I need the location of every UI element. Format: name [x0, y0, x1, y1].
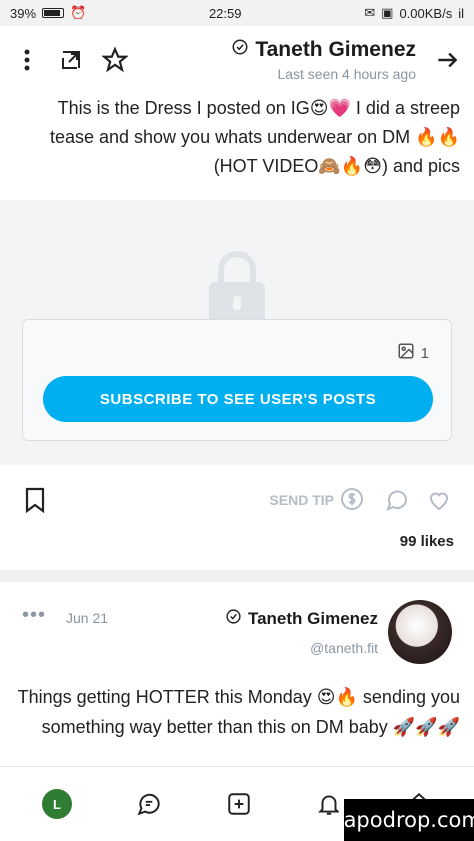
- mail-icon: ✉: [364, 5, 376, 20]
- share-icon[interactable]: [58, 47, 84, 73]
- media-count: 1: [397, 342, 429, 364]
- verified-icon: [225, 608, 242, 630]
- alarm-icon: ⏰: [70, 5, 87, 20]
- bookmark-icon[interactable]: [22, 487, 48, 513]
- user-avatar[interactable]: L: [42, 789, 72, 819]
- post-header: ••• Jun 21 Taneth Gimenez @taneth.fit: [0, 600, 474, 670]
- profile-name: Taneth Gimenez: [255, 38, 416, 61]
- battery-icon: [42, 8, 65, 18]
- verified-icon: [231, 38, 249, 62]
- subscribe-card: 1 SUBSCRIBE TO SEE USER'S POSTS: [22, 319, 452, 441]
- subscribe-button[interactable]: SUBSCRIBE TO SEE USER'S POSTS: [43, 376, 433, 422]
- profile-title: Taneth Gimenez: [231, 38, 416, 62]
- lock-icon: [209, 251, 265, 324]
- battery-percent: 39%: [10, 5, 37, 21]
- status-bar: 39% ⏰ 22:59 ✉ ▣ 0.00KB/s il: [0, 0, 474, 26]
- notif-icon: ▣: [381, 5, 394, 20]
- image-icon: [397, 342, 415, 364]
- more-horizontal-icon[interactable]: •••: [22, 604, 46, 627]
- locked-media: 1 SUBSCRIBE TO SEE USER'S POSTS: [0, 200, 474, 465]
- post-divider: [0, 570, 474, 582]
- post-text: Things getting HOTTER this Monday 😍🔥 sen…: [17, 687, 460, 737]
- post-text: This is the Dress I posted on IG😍💗 I did…: [49, 98, 460, 176]
- messages-icon[interactable]: [136, 791, 162, 817]
- heart-icon[interactable]: [426, 487, 452, 513]
- back-arrow-icon[interactable]: [434, 47, 460, 73]
- dollar-icon: [340, 487, 364, 514]
- profile-header: Taneth Gimenez Last seen 4 hours ago: [0, 26, 474, 94]
- star-icon[interactable]: [102, 47, 128, 73]
- comment-icon[interactable]: [384, 487, 410, 513]
- post-date: Jun 21: [66, 610, 109, 626]
- last-seen: Last seen 4 hours ago: [277, 66, 416, 82]
- post-author[interactable]: Taneth Gimenez: [225, 608, 378, 630]
- signal-icon: il: [458, 5, 464, 21]
- add-post-icon[interactable]: [226, 791, 252, 817]
- status-time: 22:59: [208, 5, 242, 21]
- post-handle[interactable]: @taneth.fit: [310, 640, 378, 656]
- more-vertical-icon[interactable]: [14, 47, 40, 73]
- watermark: fapodrop.com: [336, 799, 474, 841]
- send-tip-button[interactable]: SEND TIP: [269, 487, 364, 514]
- net-speed: 0.00KB/s: [399, 5, 453, 21]
- likes-count: 99 likes: [399, 533, 454, 550]
- post-actions: SEND TIP: [0, 480, 474, 520]
- avatar[interactable]: [388, 600, 452, 664]
